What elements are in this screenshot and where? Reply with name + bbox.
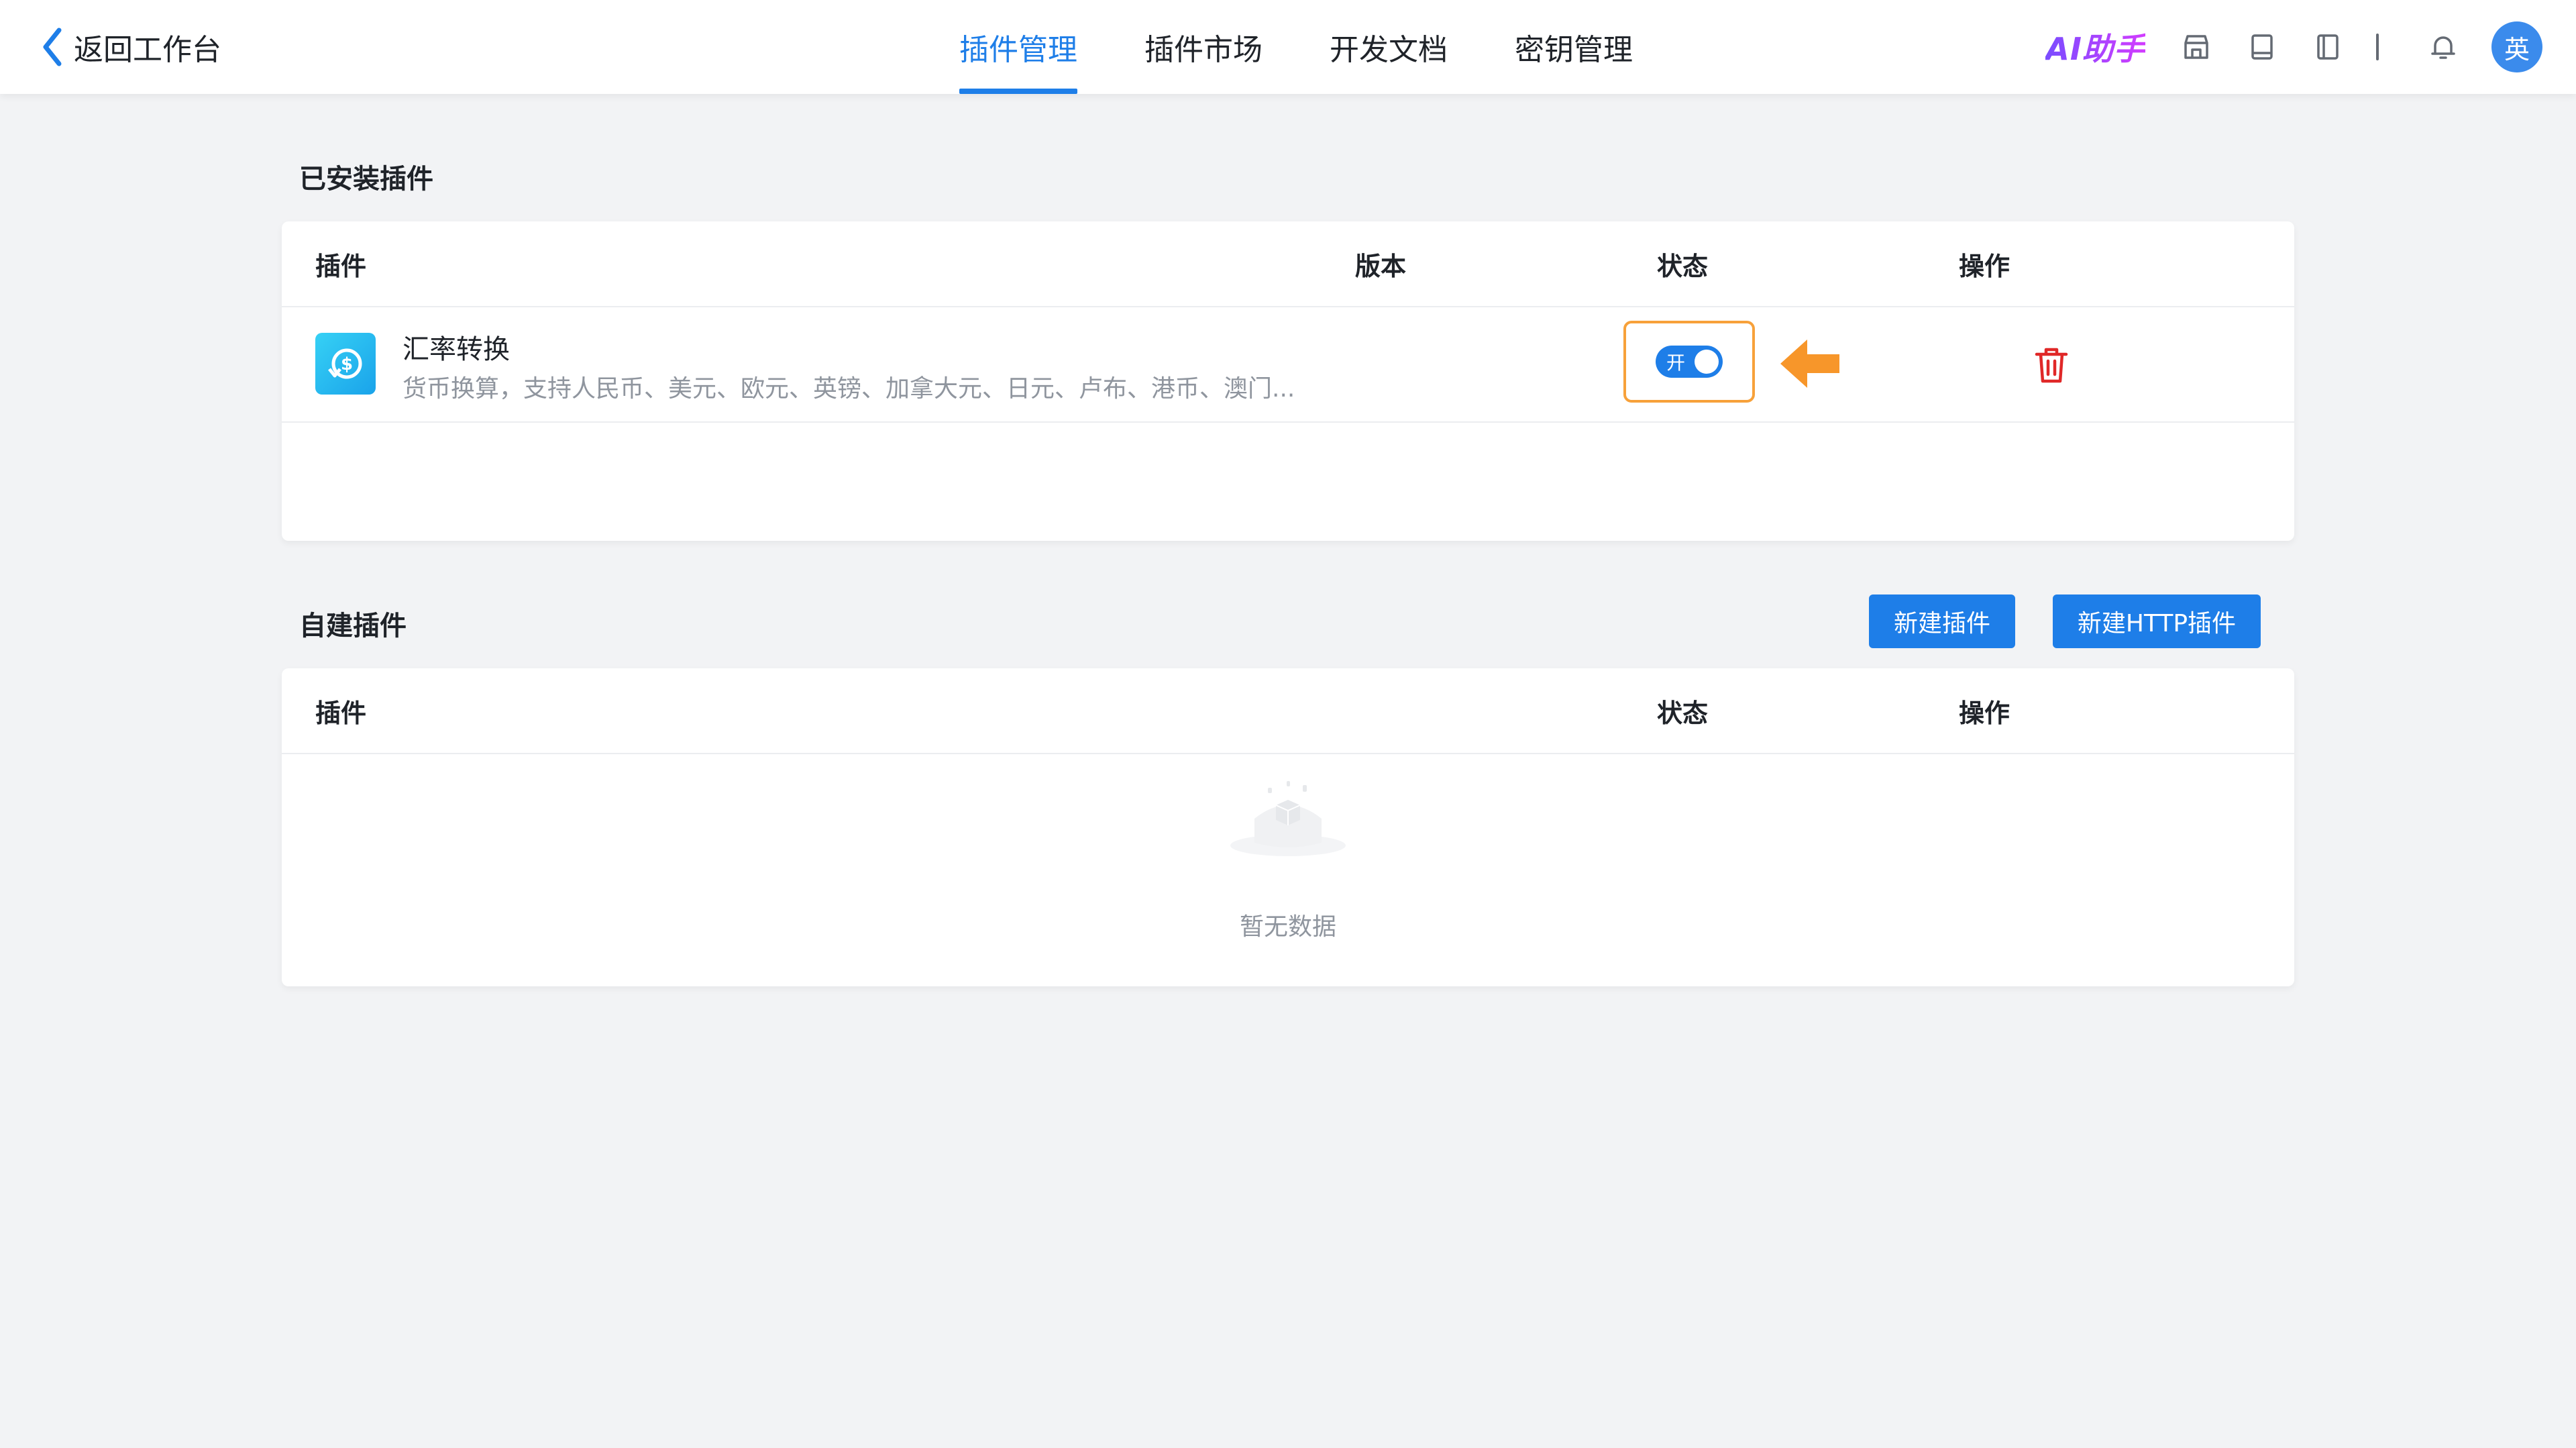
bell-icon[interactable] <box>2426 30 2461 64</box>
plugin-description: 货币换算，支持人民币、美元、欧元、英镑、加拿大元、日元、卢布、港币、澳门... <box>402 375 1295 403</box>
tab-key-management[interactable]: 密钥管理 <box>1515 0 1633 94</box>
column-action: 操作 <box>1959 698 2010 728</box>
currency-exchange-icon: $ <box>315 333 376 395</box>
ai-assistant-button[interactable]: AI助手 <box>2045 25 2145 69</box>
installed-table-header: 插件 版本 状态 操作 <box>282 221 2294 307</box>
column-plugin: 插件 <box>315 698 367 728</box>
installed-plugins-title: 已安装插件 <box>299 164 433 195</box>
custom-plugins-table: 插件 状态 操作 暂无数据 <box>282 668 2294 986</box>
trash-icon[interactable] <box>2033 345 2070 385</box>
column-status: 状态 <box>1657 251 1709 281</box>
main-nav: 插件管理 插件市场 开发文档 密钥管理 <box>959 0 1700 94</box>
svg-text:$: $ <box>341 354 353 374</box>
tab-plugin-market[interactable]: 插件市场 <box>1144 0 1263 94</box>
notebook-icon[interactable] <box>2310 30 2345 64</box>
empty-box-icon <box>1230 781 1346 856</box>
tab-dev-docs[interactable]: 开发文档 <box>1330 0 1448 94</box>
column-action: 操作 <box>1959 251 2010 281</box>
custom-table-header: 插件 状态 操作 <box>282 668 2294 754</box>
arrow-left-icon <box>1780 340 1839 388</box>
new-http-plugin-button[interactable]: 新建HTTP插件 <box>2053 594 2261 648</box>
top-bar: 返回工作台 插件管理 插件市场 开发文档 密钥管理 AI助手 英 <box>0 0 2576 94</box>
empty-state: 暂无数据 <box>282 754 2294 986</box>
column-version: 版本 <box>1355 251 1407 281</box>
tab-plugin-management[interactable]: 插件管理 <box>959 0 1077 94</box>
column-plugin: 插件 <box>315 251 367 281</box>
plugin-enable-toggle[interactable]: 开 <box>1656 346 1723 378</box>
installed-plugins-table: 插件 版本 状态 操作 $ 汇率转换 货币换算，支持人民币、美元、欧元、英镑、加… <box>282 221 2294 541</box>
status-highlight: 开 <box>1623 321 1755 403</box>
header-tools: AI助手 英 <box>2045 20 2542 74</box>
custom-plugins-title: 自建插件 <box>299 611 407 641</box>
toolbar-divider <box>2376 34 2379 60</box>
toggle-label: 开 <box>1666 352 1686 374</box>
book-icon[interactable] <box>2245 30 2279 64</box>
back-to-workbench-button[interactable]: 返回工作台 <box>39 24 221 70</box>
chevron-left-icon <box>43 28 62 66</box>
empty-text: 暂无数据 <box>1239 913 1336 941</box>
new-plugin-button[interactable]: 新建插件 <box>1869 594 2015 648</box>
back-label: 返回工作台 <box>74 33 221 67</box>
column-status: 状态 <box>1657 698 1709 728</box>
plugin-name: 汇率转换 <box>402 334 510 365</box>
table-row: $ 汇率转换 货币换算，支持人民币、美元、欧元、英镑、加拿大元、日元、卢布、港币… <box>282 307 2294 423</box>
user-avatar[interactable]: 英 <box>2491 21 2542 72</box>
toggle-knob <box>1695 350 1719 374</box>
store-icon[interactable] <box>2179 30 2214 64</box>
